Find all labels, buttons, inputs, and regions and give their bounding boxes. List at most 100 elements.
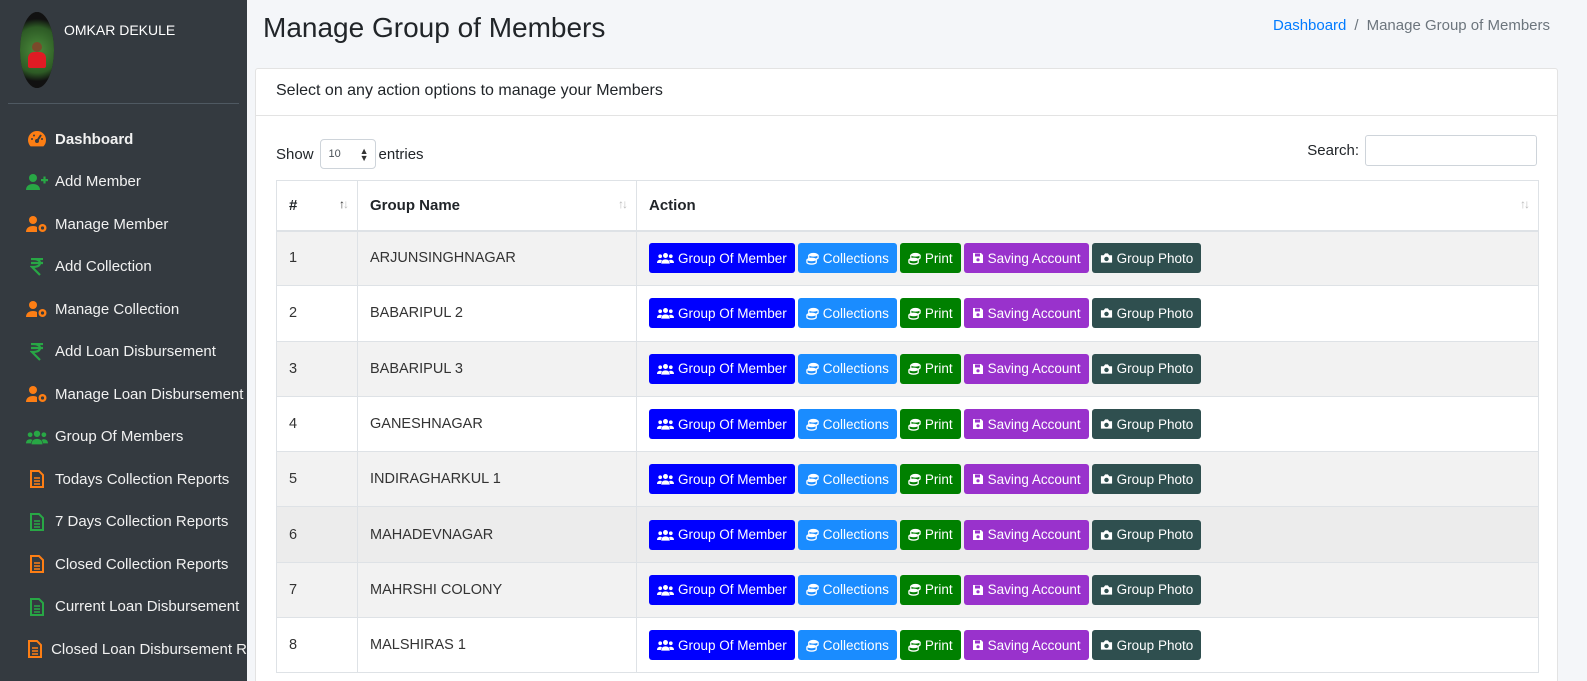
sidebar-item-group-of-members[interactable]: Group Of Members [0,416,247,459]
collections-button[interactable]: Collections [797,630,897,661]
coins-icon [908,528,921,541]
content: Manage Group of Members Dashboard / Manage… [247,0,1587,681]
sidebar-item-current-loan-disbursement[interactable]: Current Loan Disbursement [0,586,247,629]
print-button[interactable]: Print [899,574,961,605]
column-header-number[interactable]: # ↑↓ [276,180,358,232]
table-row: 7 MAHRSHI COLONY Group Of Member Collect… [276,561,1539,619]
collections-button[interactable]: Collections [797,243,897,274]
saving-account-button[interactable]: Saving Account [963,298,1089,329]
row-number: 4 [276,395,358,453]
users-icon [657,252,674,265]
group-photo-button[interactable]: Group Photo [1091,353,1202,384]
table-row: 4 GANESHNAGAR Group Of Member Collection… [276,395,1539,453]
sidebar-item-manage-loan-disbursement[interactable]: Manage Loan Disbursement [0,373,247,416]
group-of-member-button[interactable]: Group Of Member [649,353,795,384]
sidebar-item-label: Manage Collection [55,300,180,318]
print-button[interactable]: Print [899,243,961,274]
table-row: 6 MAHADEVNAGAR Group Of Member Collectio… [276,506,1539,563]
table-row: 8 MALSHIRAS 1 Group Of Member Collection… [276,617,1539,674]
save-icon [972,307,984,319]
group-photo-button[interactable]: Group Photo [1091,574,1202,605]
print-button[interactable]: Print [899,519,961,550]
group-name: ARJUNSINGHNAGAR [357,229,637,287]
sidebar-item-add-collection[interactable]: Add Collection [0,246,247,289]
saving-account-button[interactable]: Saving Account [963,574,1089,605]
group-of-member-button[interactable]: Group Of Member [649,630,795,661]
group-photo-button[interactable]: Group Photo [1091,409,1202,440]
saving-account-button[interactable]: Saving Account [963,630,1089,661]
print-button[interactable]: Print [899,353,961,384]
row-actions: Group Of Member Collections Print Saving… [636,340,1539,397]
group-name: MAHRSHI COLONY [357,561,637,619]
row-number: 2 [276,285,358,342]
breadcrumb-dashboard-link[interactable]: Dashboard [1273,17,1346,34]
table-row: 5 INDIRAGHARKUL 1 Group Of Member Collec… [276,451,1539,508]
group-photo-button[interactable]: Group Photo [1091,519,1202,550]
users-icon [657,473,674,485]
search-input[interactable] [1365,135,1537,166]
coins-icon [806,418,819,431]
group-of-member-button[interactable]: Group Of Member [649,464,795,495]
group-photo-button[interactable]: Group Photo [1091,243,1202,274]
avatar[interactable] [20,12,54,88]
collections-button[interactable]: Collections [797,574,897,605]
groups-table: # ↑↓ Group Name ↑↓ Action ↑↓ 1 ARJUNSINGHNA… [276,180,1539,674]
group-of-member-button[interactable]: Group Of Member [649,298,795,329]
saving-account-button[interactable]: Saving Account [963,519,1089,550]
sidebar-item-closed-loan-disbursement-r[interactable]: Closed Loan Disbursement R [0,628,247,671]
members-card: Select on any action options to manage y… [255,68,1558,681]
table-row: 2 BABARIPUL 2 Group Of Member Collection… [276,285,1539,342]
save-icon [972,252,984,264]
row-actions: Group Of Member Collections Print Saving… [636,285,1539,342]
group-of-member-button[interactable]: Group Of Member [649,519,795,550]
group-photo-button[interactable]: Group Photo [1091,298,1202,329]
entries-select[interactable]: 10 ▲ ▼ [319,139,376,169]
collections-button[interactable]: Collections [797,464,897,495]
users-icon [657,584,674,596]
row-number: 8 [276,617,358,674]
user-cog-icon [26,383,48,405]
column-header-action[interactable]: Action ↑↓ [636,180,1539,232]
column-header-group-name[interactable]: Group Name ↑↓ [357,180,637,232]
sidebar-item-add-member[interactable]: Add Member [0,161,247,204]
search-box: Search: [1307,135,1537,166]
sidebar-item-7-days-collection-reports[interactable]: 7 Days Collection Reports [0,501,247,544]
sidebar-item-add-loan-disbursement[interactable]: Add Loan Disbursement [0,331,247,374]
sidebar-item-dashboard[interactable]: Dashboard [0,118,247,161]
file-icon [26,553,48,575]
coins-icon [908,418,921,431]
group-of-member-button[interactable]: Group Of Member [649,409,795,440]
group-of-member-button[interactable]: Group Of Member [649,243,795,274]
camera-icon [1100,418,1113,430]
saving-account-button[interactable]: Saving Account [963,464,1089,495]
print-button[interactable]: Print [899,630,961,661]
coins-icon [806,528,819,541]
sidebar-item-manage-collection[interactable]: Manage Collection [0,288,247,331]
group-photo-button[interactable]: Group Photo [1091,464,1202,495]
print-button[interactable]: Print [899,409,961,440]
collections-button[interactable]: Collections [797,353,897,384]
sidebar-item-manage-member[interactable]: Manage Member [0,203,247,246]
saving-account-button[interactable]: Saving Account [963,353,1089,384]
users-icon [26,426,48,448]
collections-button[interactable]: Collections [797,519,897,550]
sidebar-item-closed-collection-reports[interactable]: Closed Collection Reports [0,543,247,586]
sidebar-item-label: Add Member [55,173,141,191]
user-cog-icon [26,213,48,235]
collections-button[interactable]: Collections [797,409,897,440]
entries-label: entries [378,145,424,163]
saving-account-button[interactable]: Saving Account [963,243,1089,274]
collections-button[interactable]: Collections [797,298,897,329]
user-name[interactable]: OMKAR DEKULE [64,22,175,38]
breadcrumb-separator: / [1354,17,1359,34]
print-button[interactable]: Print [899,464,961,495]
sidebar-item-todays-collection-reports[interactable]: Todays Collection Reports [0,458,247,501]
group-of-member-button[interactable]: Group Of Member [649,574,795,605]
table-row: 3 BABARIPUL 3 Group Of Member Collection… [276,340,1539,397]
rupee-icon [26,256,48,278]
saving-account-button[interactable]: Saving Account [963,409,1089,440]
row-actions: Group Of Member Collections Print Saving… [636,561,1539,619]
table-row: 1 ARJUNSINGHNAGAR Group Of Member Collec… [276,229,1539,287]
group-photo-button[interactable]: Group Photo [1091,630,1202,661]
print-button[interactable]: Print [899,298,961,329]
